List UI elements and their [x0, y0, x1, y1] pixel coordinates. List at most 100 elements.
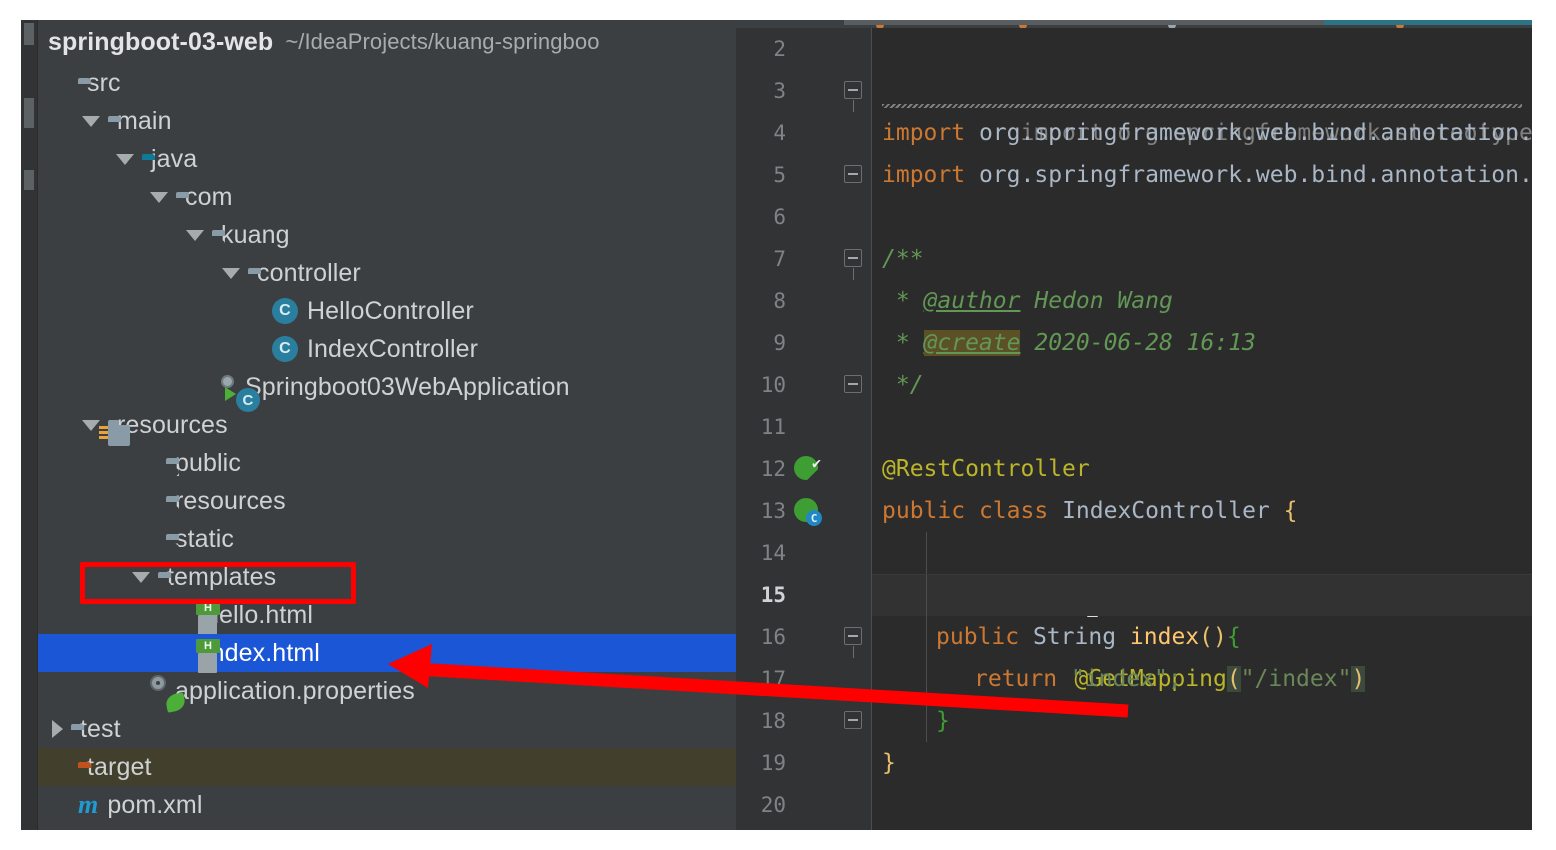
- code-line-17[interactable]: return "index";: [872, 658, 1532, 700]
- scrollbar-thumb-active[interactable]: [1324, 20, 1532, 25]
- project-name: springboot-03-web: [48, 27, 274, 56]
- line-number: 19: [760, 751, 786, 775]
- tree-row-springboot-application[interactable]: C Springboot03WebApplication: [38, 368, 736, 412]
- tree-label: Springboot03WebApplication: [245, 372, 570, 401]
- spring-bean-class-icon[interactable]: C: [794, 498, 822, 526]
- red-highlight-box-templates: [80, 562, 356, 604]
- tree-row-indexcontroller[interactable]: C IndexController: [38, 330, 736, 368]
- line-number: 11: [760, 415, 786, 439]
- chevron-down-icon[interactable]: [82, 115, 100, 127]
- code-line-18[interactable]: }: [872, 700, 1532, 742]
- tree-label: pom.xml: [107, 790, 203, 819]
- editor-horizontal-scrollbar[interactable]: [736, 20, 1532, 29]
- tree-label: test: [80, 714, 121, 743]
- strip-button-project[interactable]: [24, 23, 34, 45]
- code-line-11[interactable]: [872, 406, 1532, 448]
- tree-row-project-root[interactable]: springboot-03-web ~/IdeaProjects/kuang-s…: [38, 20, 736, 64]
- tree-row-hellocontroller[interactable]: C HelloController: [38, 292, 736, 330]
- tree-row-static[interactable]: static: [38, 520, 736, 558]
- tree-row-kuang[interactable]: kuang: [38, 216, 736, 254]
- code-line-8[interactable]: * @author Hedon Wang: [872, 280, 1532, 322]
- scrollbar-thumb[interactable]: [844, 20, 1324, 25]
- line-number: 3: [773, 79, 786, 103]
- code-line-2[interactable]: [872, 28, 1532, 70]
- strip-scrollbar-thumb[interactable]: [24, 98, 34, 128]
- tree-label: com: [185, 182, 233, 211]
- tree-label: hello.html: [205, 600, 313, 629]
- code-line-7[interactable]: /**: [872, 238, 1532, 280]
- fold-region-icon[interactable]: [844, 249, 862, 280]
- code-line-14[interactable]: [872, 532, 1532, 617]
- tree-row-controller[interactable]: controller: [38, 254, 736, 292]
- tree-row-resources-root[interactable]: resources: [38, 406, 736, 446]
- code-text-area[interactable]: import org.springframework.stereotype.Co…: [872, 28, 1532, 830]
- tree-row-target[interactable]: target: [38, 748, 736, 786]
- chevron-down-icon[interactable]: [116, 153, 134, 165]
- code-line-19[interactable]: }: [872, 742, 1532, 784]
- javadoc-create-tag: @create: [923, 330, 1021, 356]
- line-number: 9: [773, 331, 786, 355]
- fold-region-end-icon[interactable]: [844, 711, 862, 729]
- tree-label: static: [175, 524, 234, 553]
- tree-row-application-properties[interactable]: application.properties: [38, 672, 736, 713]
- fold-region-icon[interactable]: [844, 81, 862, 112]
- editor-gutter[interactable]: 2 3 4 5 6 7 8 9 10 11 12 ✔ 13 C 14 15 16…: [736, 28, 872, 830]
- code-line-4[interactable]: import org.springframework.web.bind.anno…: [872, 112, 1532, 154]
- chevron-down-icon[interactable]: [222, 267, 240, 279]
- line-number: 8: [773, 289, 786, 313]
- tree-row-pom-xml[interactable]: m pom.xml: [38, 786, 736, 824]
- code-line-3[interactable]: import org.springframework.stereotype.Co…: [872, 70, 1532, 146]
- tree-row-src[interactable]: src: [38, 64, 736, 102]
- tree-row-public[interactable]: public: [38, 444, 736, 482]
- line-number: 14: [760, 541, 786, 565]
- tree-row-index-html[interactable]: H index.html: [38, 634, 736, 673]
- code-line-13[interactable]: public class IndexController {: [872, 490, 1532, 532]
- fold-region-end-icon[interactable]: [844, 165, 862, 183]
- fold-region-end-icon[interactable]: [844, 375, 862, 393]
- chevron-right-icon[interactable]: [52, 720, 63, 738]
- tree-label: index.html: [205, 638, 320, 667]
- code-line-10[interactable]: */: [872, 364, 1532, 406]
- tree-label: src: [87, 68, 121, 97]
- code-line-20[interactable]: [872, 784, 1532, 826]
- project-tool-window[interactable]: springboot-03-web ~/IdeaProjects/kuang-s…: [38, 20, 736, 830]
- code-line-9[interactable]: * @create 2020-06-28 16:13: [872, 322, 1532, 364]
- tree-row-java[interactable]: java: [38, 140, 736, 178]
- chevron-down-icon[interactable]: [150, 191, 168, 203]
- strip-button-structure[interactable]: [24, 170, 34, 190]
- code-line-16[interactable]: public String index(){: [872, 616, 1532, 658]
- line-number: 5: [773, 163, 786, 187]
- java-class-icon: C: [272, 336, 298, 362]
- code-line-12[interactable]: @RestController: [872, 448, 1532, 490]
- tree-label: application.properties: [175, 676, 415, 705]
- line-number: 16: [760, 625, 786, 649]
- gutter-line: 3: [736, 70, 872, 112]
- keyword-import: import: [882, 120, 966, 146]
- code-line-5[interactable]: import org.springframework.web.bind.anno…: [872, 154, 1532, 196]
- tool-window-strip[interactable]: [21, 20, 38, 830]
- code-line-6[interactable]: [872, 196, 1532, 238]
- fold-region-icon[interactable]: [844, 627, 862, 658]
- gutter-line: 2: [736, 28, 872, 70]
- javadoc-author-value: Hedon Wang: [1034, 288, 1173, 314]
- gutter-line: 11: [736, 406, 872, 448]
- gutter-line: 16: [736, 616, 872, 658]
- return-literal: "index";: [1070, 666, 1182, 692]
- gutter-line: 13 C: [736, 490, 872, 532]
- gutter-line: 12 ✔: [736, 448, 872, 490]
- spring-bean-check-icon[interactable]: ✔: [794, 454, 821, 482]
- tree-row-test[interactable]: test: [38, 710, 736, 748]
- screenshot-root: springboot-03-web ~/IdeaProjects/kuang-s…: [0, 0, 1556, 850]
- code-line-15[interactable]: @GetMapping("/index"): [872, 574, 1532, 692]
- chevron-down-icon[interactable]: [186, 229, 204, 241]
- gutter-line: 17: [736, 658, 872, 700]
- gutter-line: 6: [736, 196, 872, 238]
- chevron-down-icon[interactable]: [82, 419, 100, 431]
- tree-row-main[interactable]: main: [38, 102, 736, 140]
- java-class-icon: C: [272, 298, 298, 324]
- code-editor[interactable]: 2 3 4 5 6 7 8 9 10 11 12 ✔ 13 C 14 15 16…: [736, 20, 1532, 830]
- tree-row-com[interactable]: com: [38, 178, 736, 216]
- tree-row-resources-sub[interactable]: resources: [38, 482, 736, 520]
- intellij-idea-window: springboot-03-web ~/IdeaProjects/kuang-s…: [21, 20, 1532, 830]
- line-number: 7: [773, 247, 786, 271]
